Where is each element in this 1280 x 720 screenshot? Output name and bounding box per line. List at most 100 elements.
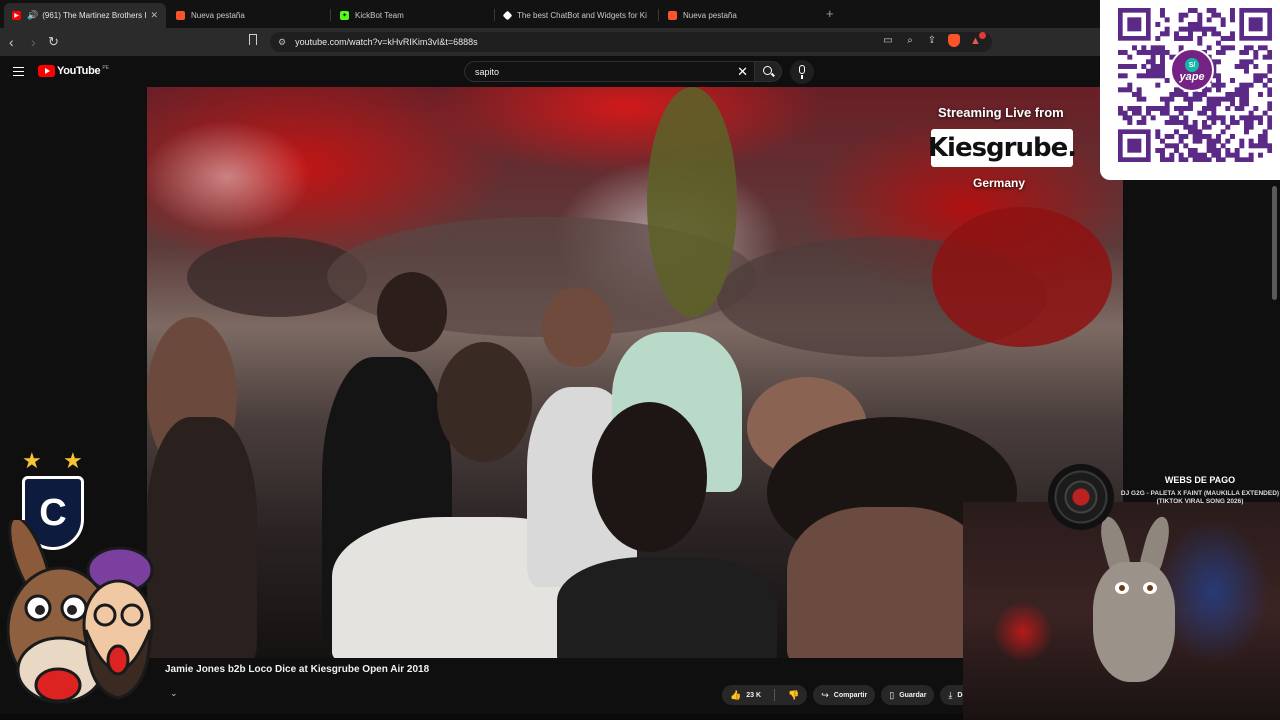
qr-module [1202,31,1207,37]
qr-module [1197,22,1203,27]
qr-module [1248,120,1254,125]
qr-module [1178,152,1184,158]
qr-module [1216,157,1221,162]
yape-brand-text: yape [1179,71,1205,83]
like-count[interactable]: 23 K [746,692,761,699]
voice-search-button[interactable] [790,60,814,84]
qr-module [1225,92,1231,97]
qr-module [1183,143,1189,149]
youtube-logo[interactable]: YouTube PE [38,65,109,77]
star-icon: ★ [22,448,42,473]
brave-rewards-icon[interactable]: ▲ [970,31,986,47]
person-body [787,507,987,658]
qr-module [1267,143,1272,149]
clear-search-icon[interactable]: ✕ [737,64,748,80]
qr-module [1160,45,1165,51]
qr-module [1262,82,1268,88]
qr-module [1230,134,1235,139]
qr-module [1164,120,1170,125]
qr-module [1197,40,1203,46]
tab-title: (961) The Martinez Brothers I [42,11,147,20]
back-arrow-icon[interactable]: ‹ [9,33,14,51]
tab-chatbot[interactable]: The best ChatBot and Widgets for Ki [496,3,658,28]
qr-module [1160,12,1165,18]
search-button[interactable] [754,61,782,82]
save-button[interactable]: ▯ Guardar [881,685,935,705]
thumbs-up-icon[interactable]: 👍 [730,690,741,701]
qr-module [1258,138,1263,144]
qr-module [1225,96,1231,102]
person-head [377,272,447,352]
page-scrollbar[interactable] [1272,186,1277,300]
qr-module [1262,134,1268,139]
qr-module [1183,120,1189,125]
qr-module [1239,115,1245,121]
cast-icon[interactable]: ▭ [882,35,894,47]
stream-overlay-line1: Streaming Live from [938,105,1064,120]
qr-module [1160,54,1165,60]
qr-module [1146,73,1151,79]
qr-module [1230,120,1235,125]
qr-module [1188,129,1193,135]
tab-youtube[interactable]: ▶ 🔊 (961) The Martinez Brothers I ✕ [4,3,166,28]
qr-module [1244,115,1249,121]
tab-kickbot[interactable]: ✦ KickBot Team [332,3,494,28]
qr-module [1202,110,1207,116]
qr-module [1160,138,1165,144]
search-input[interactable]: sapito ✕ [464,61,754,82]
qr-module [1169,134,1175,139]
qr-module [1178,138,1184,144]
qr-module [1262,45,1268,51]
share-page-icon[interactable]: ⇪ [926,35,938,47]
qr-module [1141,45,1147,51]
qr-module [1230,8,1235,13]
tab-new-tab-2[interactable]: Nueva pestaña [660,3,822,28]
tab-separator [330,9,331,21]
qr-module [1206,138,1212,144]
brave-shields-icon[interactable] [948,34,960,47]
qr-module [1216,148,1221,153]
video-title: Jamie Jones b2b Loco Dice at Kiesgrube O… [165,664,430,675]
qr-module [1127,106,1133,111]
qr-module [1267,101,1272,107]
bookmark-icon[interactable] [249,34,257,45]
audio-playing-icon[interactable]: 🔊 [27,10,38,21]
zoom-icon[interactable]: ⌕ [904,35,916,47]
qr-module [1216,115,1221,121]
qr-module [1132,64,1137,69]
share-button[interactable]: ↪ Compartir [813,685,876,705]
person-body [557,557,777,658]
qr-module [1258,143,1263,149]
qr-module [1141,50,1147,55]
thumbs-down-icon[interactable]: 👎 [788,690,799,701]
qr-module [1248,124,1254,130]
qr-module [1202,157,1207,162]
qr-module [1197,110,1203,116]
qr-module [1234,106,1240,111]
decoration-shape [932,207,1112,347]
qr-module [1160,64,1165,69]
qr-module [1160,110,1165,116]
reload-icon[interactable]: ↻ [48,33,59,51]
qr-module [1253,143,1259,149]
qr-module [1216,152,1221,158]
menu-hamburger-icon[interactable] [13,67,24,76]
qr-module [1258,73,1263,79]
tab-separator [494,9,495,21]
expand-chevron-icon[interactable]: ⌄ [170,688,178,699]
new-tab-plus-icon[interactable]: + [826,6,834,21]
kick-favicon-icon: ✦ [340,11,349,20]
qr-module [1136,110,1142,116]
qr-module [1244,59,1249,65]
qr-module [1258,134,1263,139]
forward-arrow-icon[interactable]: › [31,33,36,51]
qr-module [1253,78,1259,83]
qr-module [1211,115,1217,121]
qr-module [1230,92,1235,97]
qr-module [1155,64,1161,69]
tab-title: Nueva pestaña [683,11,737,20]
close-tab-icon[interactable]: ✕ [146,10,158,21]
qr-module [1220,96,1226,102]
site-info-icon[interactable]: ⚙ [278,37,286,48]
tab-new-tab[interactable]: Nueva pestaña [168,3,330,28]
